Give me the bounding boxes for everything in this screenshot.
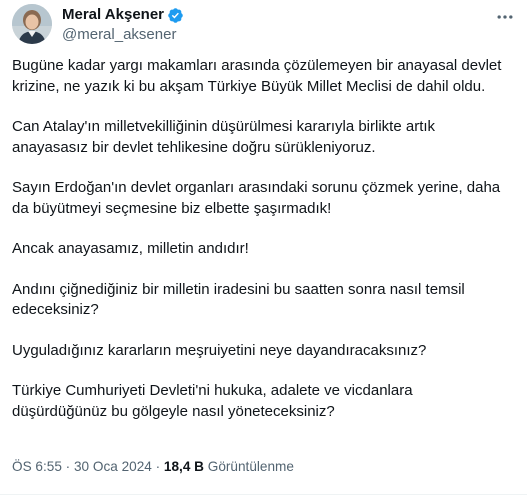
tweet-text: Bugüne kadar yargı makamları arasında çö…	[12, 56, 517, 442]
tweet-meta: ÖS 6:55 · 30 Oca 2024 · 18,4 B Görüntüle…	[12, 457, 294, 477]
meta-separator: ·	[155, 459, 161, 474]
tweet-paragraph: Ancak anayasamız, milletin andıdır!	[12, 240, 249, 257]
more-options-icon[interactable]	[493, 8, 517, 26]
tweet-paragraph: Bugüne kadar yargı makamları arasında çö…	[12, 57, 502, 95]
tweet-date: 30 Oca 2024	[73, 459, 152, 474]
tweet-timestamp[interactable]: ÖS 6:55 · 30 Oca 2024	[12, 459, 152, 474]
tweet-time: ÖS 6:55	[12, 459, 62, 474]
tweet-paragraph: Türkiye Cumhuriyeti Devleti'ni hukuka, a…	[12, 382, 413, 420]
views-count[interactable]: 18,4 B	[164, 459, 204, 474]
avatar[interactable]	[12, 4, 52, 44]
tweet-header: Meral Akşener @meral_aksener	[12, 4, 517, 48]
tweet-paragraph: Uyguladığınız kararların meşruiyetini ne…	[12, 341, 427, 359]
verified-badge-icon[interactable]	[167, 7, 184, 24]
views-label: Görüntülenme	[207, 459, 294, 474]
author-name[interactable]: Meral Akşener	[62, 6, 164, 24]
meta-separator: ·	[65, 459, 71, 474]
tweet: Meral Akşener @meral_aksener Bugüne kada…	[0, 0, 527, 495]
avatar-image	[12, 4, 52, 44]
name-row: Meral Akşener	[62, 6, 184, 24]
tweet-paragraph: Sayın Erdoğan'ın devlet organları arasın…	[12, 179, 501, 217]
tweet-paragraph: Andını çiğnediğiniz bir milletin iradesi…	[12, 280, 465, 319]
author-names: Meral Akşener @meral_aksener	[62, 6, 184, 45]
author-handle[interactable]: @meral_aksener	[62, 25, 184, 45]
tweet-paragraph: Can Atalay'ın milletvekilliğinin düşürül…	[12, 118, 436, 156]
